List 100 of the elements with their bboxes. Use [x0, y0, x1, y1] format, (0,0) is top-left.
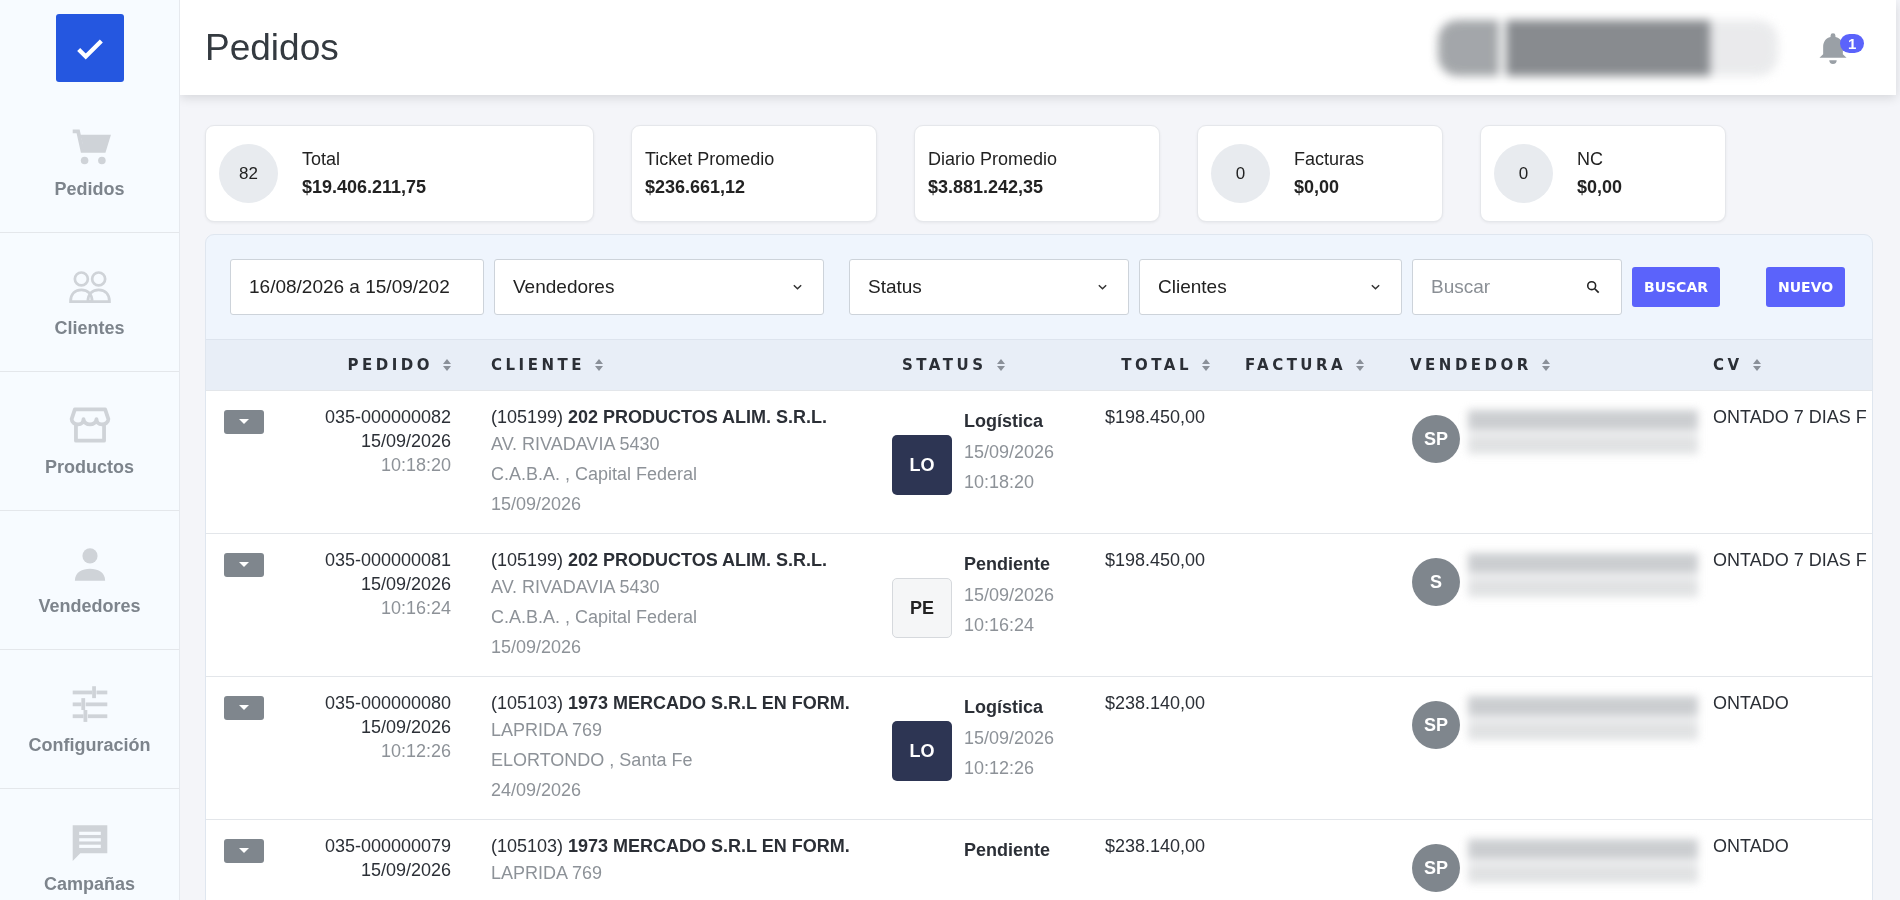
card-label: Total — [302, 149, 342, 170]
bell-icon[interactable] — [1818, 31, 1848, 64]
card-label: Ticket Promedio — [645, 149, 775, 170]
status-label: Logística — [964, 410, 1044, 433]
sort-icon[interactable] — [443, 359, 451, 371]
status-label: Logística — [964, 696, 1044, 719]
chevron-down-icon — [792, 283, 803, 291]
count-circle: 82 — [219, 144, 278, 203]
order-total: $198.450,00 — [1105, 549, 1207, 572]
order-total: $198.450,00 — [1105, 406, 1207, 429]
client-address: LAPRIDA 769 — [491, 862, 604, 885]
column-header[interactable]: VENDEDOR — [1410, 356, 1532, 374]
order-date: 15/09/2026 — [359, 430, 451, 453]
client-address: AV. RIVADAVIA 5430 — [491, 433, 661, 456]
sidebar-item[interactable]: Configuración — [0, 650, 179, 789]
client-date: 15/09/2026 — [491, 636, 583, 659]
order-number: 035-000000081 — [323, 549, 451, 572]
search-button[interactable]: BUSCAR — [1632, 267, 1720, 307]
expand-button[interactable] — [224, 839, 264, 863]
client-name: (105199) 202 PRODUCTOS ALIM. S.R.L. — [491, 406, 829, 429]
card-label: Diario Promedio — [928, 149, 1058, 170]
sort-icon[interactable] — [1202, 359, 1210, 371]
select-dropdown[interactable]: Clientes — [1139, 259, 1402, 315]
caret-down-icon — [239, 419, 249, 425]
order-total: $238.140,00 — [1105, 835, 1207, 858]
payment-condition: ONTADO — [1713, 835, 1790, 858]
page-title: Pedidos — [205, 26, 340, 69]
order-number: 035-000000080 — [323, 692, 451, 715]
new-button[interactable]: NUEVO — [1766, 267, 1846, 307]
select-dropdown[interactable]: Status — [849, 259, 1129, 315]
card-value: $3.881.242,35 — [928, 177, 1045, 198]
status-date: 15/09/2026 — [964, 584, 1055, 607]
status-time: 10:12:26 — [964, 757, 1036, 780]
card-value: $0,00 — [1577, 177, 1623, 198]
client-address: LAPRIDA 769 — [491, 719, 604, 742]
sidebar-item[interactable]: Pedidos — [0, 94, 179, 233]
client-name: (105103) 1973 MERCADO S.R.L EN FORM. — [491, 692, 851, 715]
count-circle: 0 — [1211, 144, 1270, 203]
client-date: 15/09/2026 — [491, 493, 583, 516]
caret-down-icon — [239, 562, 249, 568]
notification-count: 1 — [1840, 33, 1865, 53]
column-header[interactable]: FACTURA — [1245, 356, 1347, 374]
order-date: 15/09/2026 — [359, 573, 451, 596]
status-label: Pendiente — [964, 553, 1052, 576]
card-label: Facturas — [1294, 149, 1365, 170]
vendor-avatar: S — [1412, 558, 1460, 606]
status-time: 10:16:24 — [964, 614, 1036, 637]
client-date: 24/09/2026 — [491, 779, 583, 802]
card-value: $236.661,12 — [645, 177, 747, 198]
sort-icon[interactable] — [1541, 359, 1550, 371]
status-label: Pendiente — [964, 839, 1051, 862]
chevron-down-icon — [1370, 283, 1381, 291]
client-city: ELORTONDO , Santa Fe — [491, 749, 694, 772]
expand-button[interactable] — [224, 696, 264, 720]
order-time: 10:18:20 — [379, 454, 451, 477]
select-dropdown[interactable]: Vendedores — [494, 259, 824, 315]
sort-icon[interactable] — [1752, 359, 1761, 371]
order-number: 035-000000079 — [323, 835, 451, 858]
client-name: (105199) 202 PRODUCTOS ALIM. S.R.L. — [491, 549, 829, 572]
expand-button[interactable] — [224, 553, 264, 577]
client-city: C.A.B.A. , Capital Federal — [491, 463, 699, 486]
vendor-avatar: SP — [1412, 844, 1460, 892]
order-total: $238.140,00 — [1105, 692, 1207, 715]
sidebar-item[interactable]: Vendedores — [0, 511, 179, 650]
order-time: 10:16:24 — [379, 597, 451, 620]
card-label: NC — [1577, 149, 1604, 170]
column-header[interactable]: TOTAL — [1121, 356, 1192, 374]
search-field[interactable]: Buscar — [1412, 259, 1622, 315]
column-header[interactable]: CLIENTE — [491, 356, 585, 374]
order-date: 15/09/2026 — [359, 859, 451, 882]
sidebar-item[interactable]: Campañas — [0, 789, 179, 900]
sort-icon[interactable] — [1356, 359, 1365, 371]
status-date: 15/09/2026 — [964, 727, 1055, 750]
payment-condition: ONTADO 7 DIAS F — [1713, 549, 1868, 572]
status-badge: LO — [892, 435, 952, 495]
column-header[interactable]: PEDIDO — [347, 356, 433, 374]
caret-down-icon — [239, 848, 249, 854]
status-date: 15/09/2026 — [964, 441, 1055, 464]
caret-down-icon — [239, 705, 249, 711]
column-header[interactable]: STATUS — [902, 356, 987, 374]
storefront-icon — [67, 404, 112, 445]
client-address: AV. RIVADAVIA 5430 — [491, 576, 661, 599]
expand-button[interactable] — [224, 410, 264, 434]
vendor-avatar: SP — [1412, 701, 1460, 749]
date-range-field[interactable]: 16/08/2026 a 15/09/202 — [230, 259, 484, 315]
column-header[interactable]: CV — [1713, 356, 1743, 374]
client-name: (105103) 1973 MERCADO S.R.L EN FORM. — [491, 835, 851, 858]
order-date: 15/09/2026 — [359, 716, 451, 739]
sidebar-item[interactable]: Productos — [0, 372, 179, 511]
sort-icon[interactable] — [996, 359, 1005, 371]
payment-condition: ONTADO — [1713, 692, 1790, 715]
chevron-down-icon — [1097, 283, 1108, 291]
payment-condition: ONTADO 7 DIAS F — [1713, 406, 1868, 429]
search-icon — [1586, 280, 1600, 294]
card-value: $0,00 — [1294, 177, 1341, 198]
vendor-avatar: SP — [1412, 415, 1460, 463]
sidebar-item[interactable]: Clientes — [0, 233, 179, 372]
count-circle: 0 — [1494, 144, 1553, 203]
sort-icon[interactable] — [594, 359, 603, 371]
client-city: C.A.B.A. , Capital Federal — [491, 606, 699, 629]
